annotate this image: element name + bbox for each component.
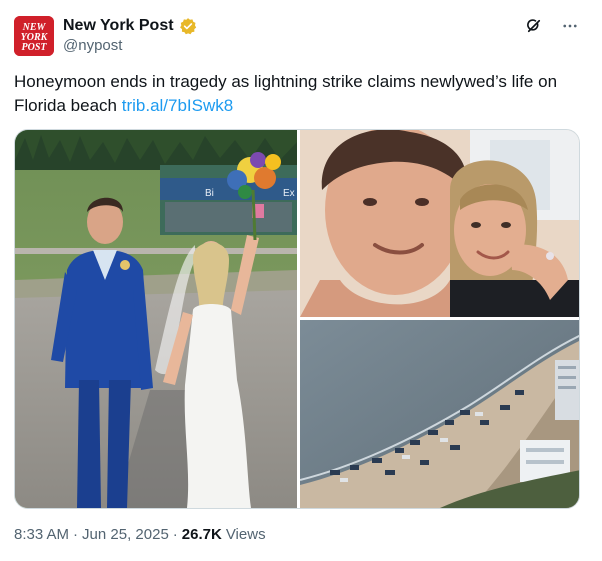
tweet-card: NEW YORK POST New York Post @nypost Hone… [0,0,602,561]
top-actions [524,16,580,36]
aerial-beach-photo[interactable] [300,320,579,508]
more-options-icon[interactable] [560,16,580,36]
avatar[interactable]: NEW YORK POST [14,16,54,56]
account-name-row: New York Post [63,15,197,37]
tweet-meta: 8:33 AM · Jun 25, 2025 · 26.7K Views [14,526,266,543]
views-label: Views [225,526,266,543]
tweet-date[interactable]: Jun 25, 2025 [82,526,169,543]
tweet-time[interactable]: 8:33 AM [14,526,69,543]
grok-icon[interactable] [524,16,544,36]
meta-separator: · [172,526,178,543]
display-name[interactable]: New York Post [63,17,174,35]
media-grid: Bi Ex [14,129,580,509]
couple-selfie-photo[interactable] [300,130,579,317]
tweet-text: Honeymoon ends in tragedy as lightning s… [14,70,589,118]
views-count: 26.7K [181,526,222,543]
logo-line-3: POST [22,42,48,53]
meta-separator: · [73,526,79,543]
nypost-logo-icon: NEW YORK POST [14,16,54,56]
wedding-photo[interactable]: Bi Ex [15,130,297,508]
tweet-body: Honeymoon ends in tragedy as lightning s… [14,72,558,115]
tweet-link[interactable]: trib.al/7bISwk8 [122,96,234,115]
verified-badge-icon[interactable] [179,17,197,35]
sign-text: Bi [205,188,214,199]
sign-text-right: Ex [283,188,295,199]
account-handle[interactable]: @nypost [63,37,122,54]
